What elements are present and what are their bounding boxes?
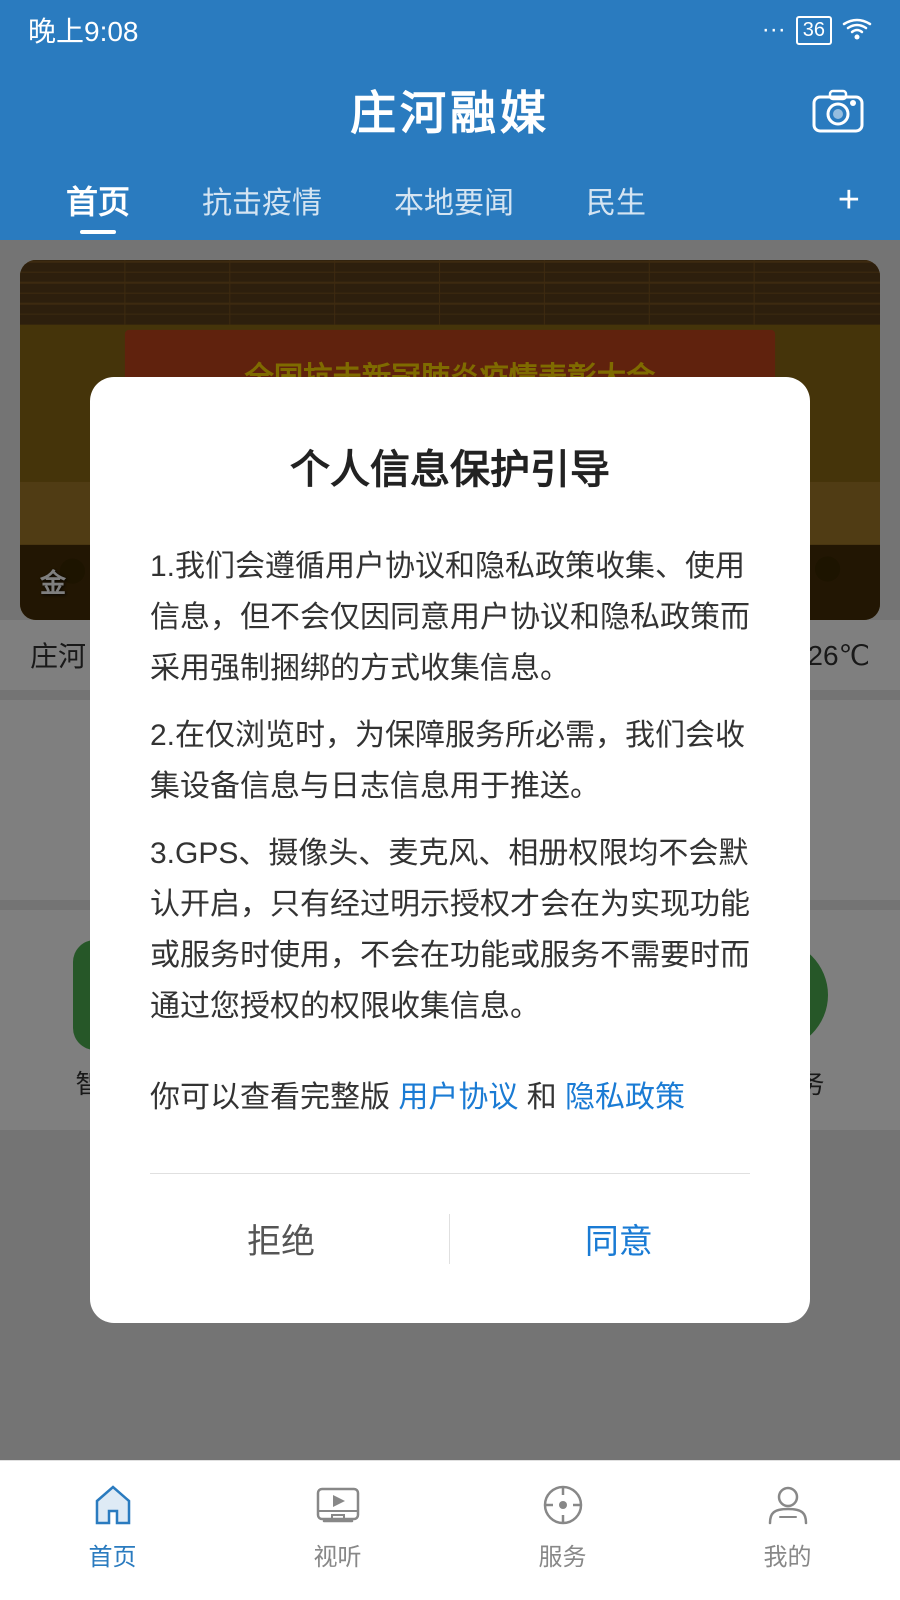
tab-home[interactable]: 首页 <box>30 160 166 240</box>
battery-icon: 36 <box>796 16 832 45</box>
main-content: 全国抗击新冠肺炎疫情表彰大会 金 <box>0 240 900 1460</box>
nav-tabs: 首页 抗击疫情 本地要闻 民生 + <box>0 160 900 240</box>
agree-button[interactable]: 同意 <box>525 1204 713 1273</box>
modal-para-2: 2.在仅浏览时，为保障服务所必需，我们会收集设备信息与日志信息用于推送。 <box>150 710 750 812</box>
bottom-tab-profile[interactable]: 我的 <box>762 1479 814 1572</box>
modal-and-text: 和 <box>527 1081 557 1114</box>
bottom-tab-bar: 首页 视听 服务 <box>0 1460 900 1600</box>
app-header: 庄河融媒 <box>0 60 900 160</box>
modal-buttons: 拒绝 同意 <box>150 1173 750 1273</box>
modal-title: 个人信息保护引导 <box>150 437 750 495</box>
privacy-policy-link[interactable]: 隐私政策 <box>565 1081 685 1114</box>
signal-icon: ··· <box>762 16 786 44</box>
button-divider <box>449 1214 450 1264</box>
user-icon <box>762 1479 814 1531</box>
bottom-tab-service[interactable]: 服务 <box>537 1479 589 1572</box>
tab-epidemic[interactable]: 抗击疫情 <box>166 160 358 240</box>
modal-para-1: 1.我们会遵循用户协议和隐私政策收集、使用信息，但不会仅因同意用户协议和隐私政策… <box>150 541 750 694</box>
reject-button[interactable]: 拒绝 <box>187 1204 375 1273</box>
tab-local-news[interactable]: 本地要闻 <box>358 160 550 240</box>
modal-overlay: 个人信息保护引导 1.我们会遵循用户协议和隐私政策收集、使用信息，但不会仅因同意… <box>0 240 900 1460</box>
media-icon <box>312 1479 364 1531</box>
bottom-tab-home-label: 首页 <box>89 1537 137 1572</box>
bottom-tab-service-label: 服务 <box>539 1537 587 1572</box>
modal-link-row: 你可以查看完整版 用户协议 和 隐私政策 <box>150 1072 750 1123</box>
camera-button[interactable] <box>812 87 864 133</box>
tab-livelihood[interactable]: 民生 <box>550 160 682 240</box>
status-icons: ··· 36 <box>762 16 872 45</box>
add-tab-button[interactable]: + <box>828 179 870 222</box>
home-icon <box>87 1479 139 1531</box>
status-time: 晚上9:08 <box>28 10 139 50</box>
status-bar: 晚上9:08 ··· 36 <box>0 0 900 60</box>
modal-link-intro: 你可以查看完整版 <box>150 1081 390 1114</box>
bottom-tab-media-label: 视听 <box>314 1537 362 1572</box>
user-agreement-link[interactable]: 用户协议 <box>398 1081 518 1114</box>
bottom-tab-media[interactable]: 视听 <box>312 1479 364 1572</box>
service-icon <box>537 1479 589 1531</box>
app-title: 庄河融媒 <box>350 77 550 143</box>
wifi-icon <box>842 18 872 42</box>
modal-para-3: 3.GPS、摄像头、麦克风、相册权限均不会默认开启，只有经过明示授权才会在为实现… <box>150 828 750 1032</box>
bottom-tab-profile-label: 我的 <box>764 1537 812 1572</box>
modal-dialog: 个人信息保护引导 1.我们会遵循用户协议和隐私政策收集、使用信息，但不会仅因同意… <box>90 377 810 1323</box>
bottom-tab-home[interactable]: 首页 <box>87 1479 139 1572</box>
modal-body: 1.我们会遵循用户协议和隐私政策收集、使用信息，但不会仅因同意用户协议和隐私政策… <box>150 541 750 1032</box>
